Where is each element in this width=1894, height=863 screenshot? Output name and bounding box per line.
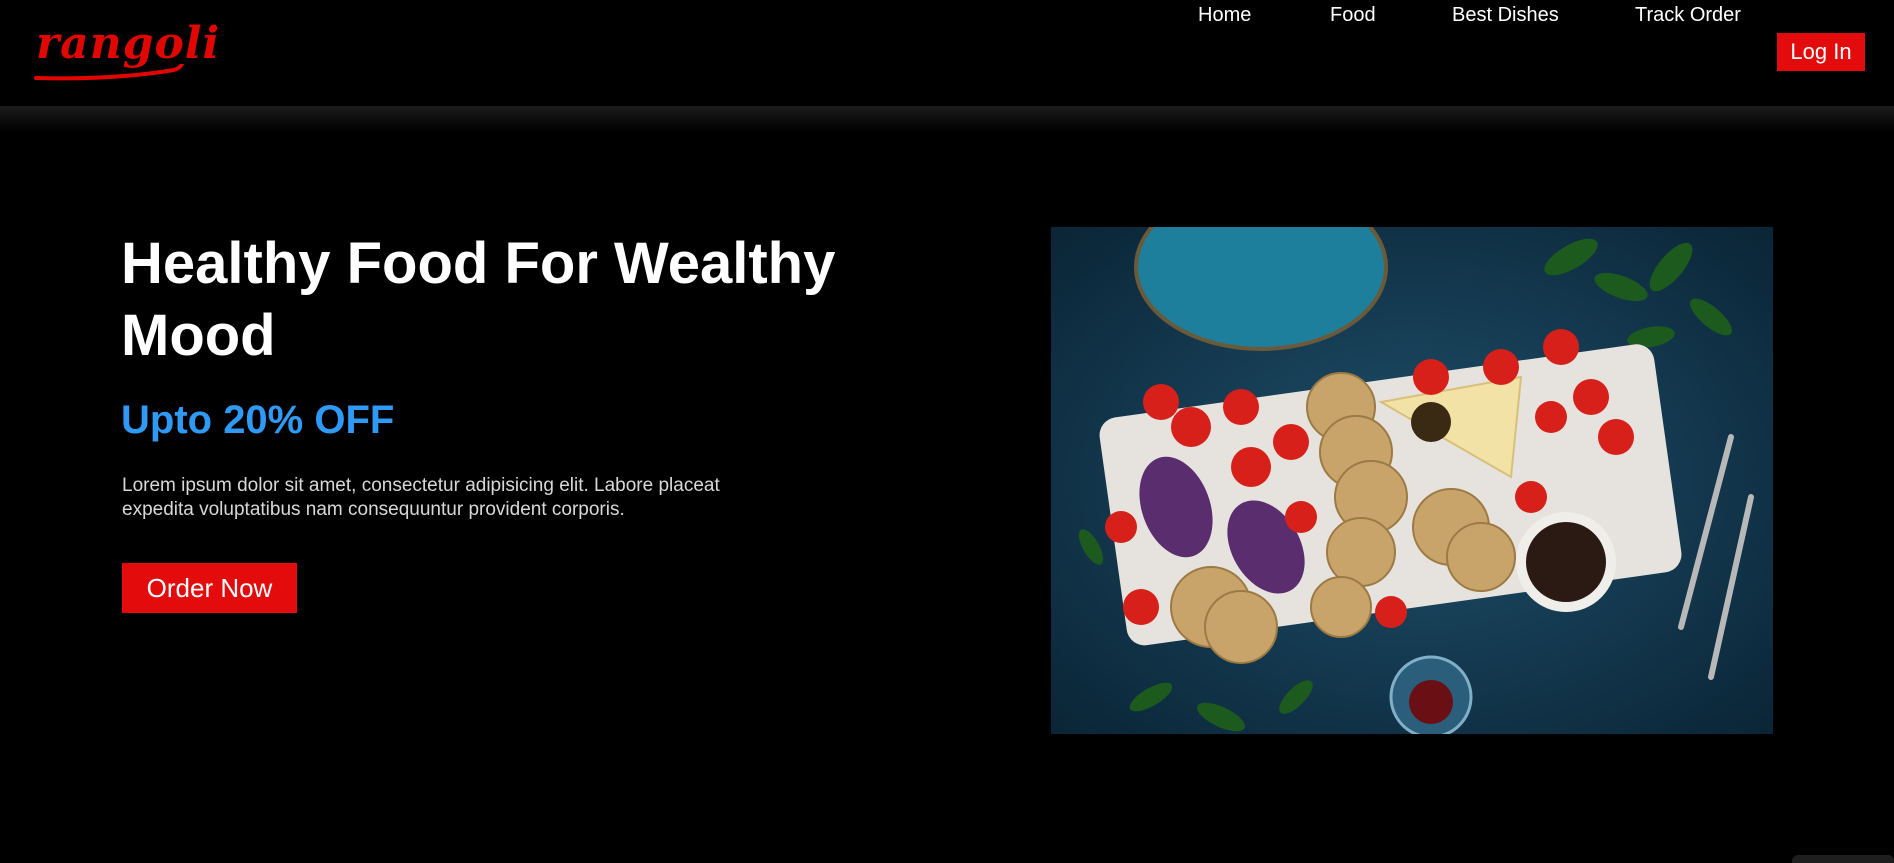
nav-item-food[interactable]: Food bbox=[1330, 4, 1376, 27]
brand-logo[interactable]: rangoli bbox=[36, 22, 220, 66]
food-platter-illustration bbox=[1051, 227, 1773, 734]
login-button[interactable]: Log In bbox=[1777, 33, 1865, 71]
corner-tab bbox=[1792, 855, 1894, 863]
logo-swoosh-icon bbox=[34, 64, 184, 81]
hero-title: Healthy Food For Wealthy Mood bbox=[121, 231, 836, 368]
nav-item-track-order[interactable]: Track Order bbox=[1635, 4, 1741, 27]
nav-item-best-dishes[interactable]: Best Dishes bbox=[1452, 4, 1559, 27]
order-now-button[interactable]: Order Now bbox=[122, 563, 297, 613]
hero-description: Lorem ipsum dolor sit amet, consectetur … bbox=[122, 475, 720, 520]
hero-food-image bbox=[1051, 227, 1773, 734]
nav-item-home[interactable]: Home bbox=[1198, 4, 1251, 27]
site-header: rangoli Home Food Best Dishes Track Orde… bbox=[0, 0, 1894, 106]
header-divider bbox=[0, 106, 1894, 132]
hero-offer: Upto 20% OFF bbox=[121, 398, 395, 442]
